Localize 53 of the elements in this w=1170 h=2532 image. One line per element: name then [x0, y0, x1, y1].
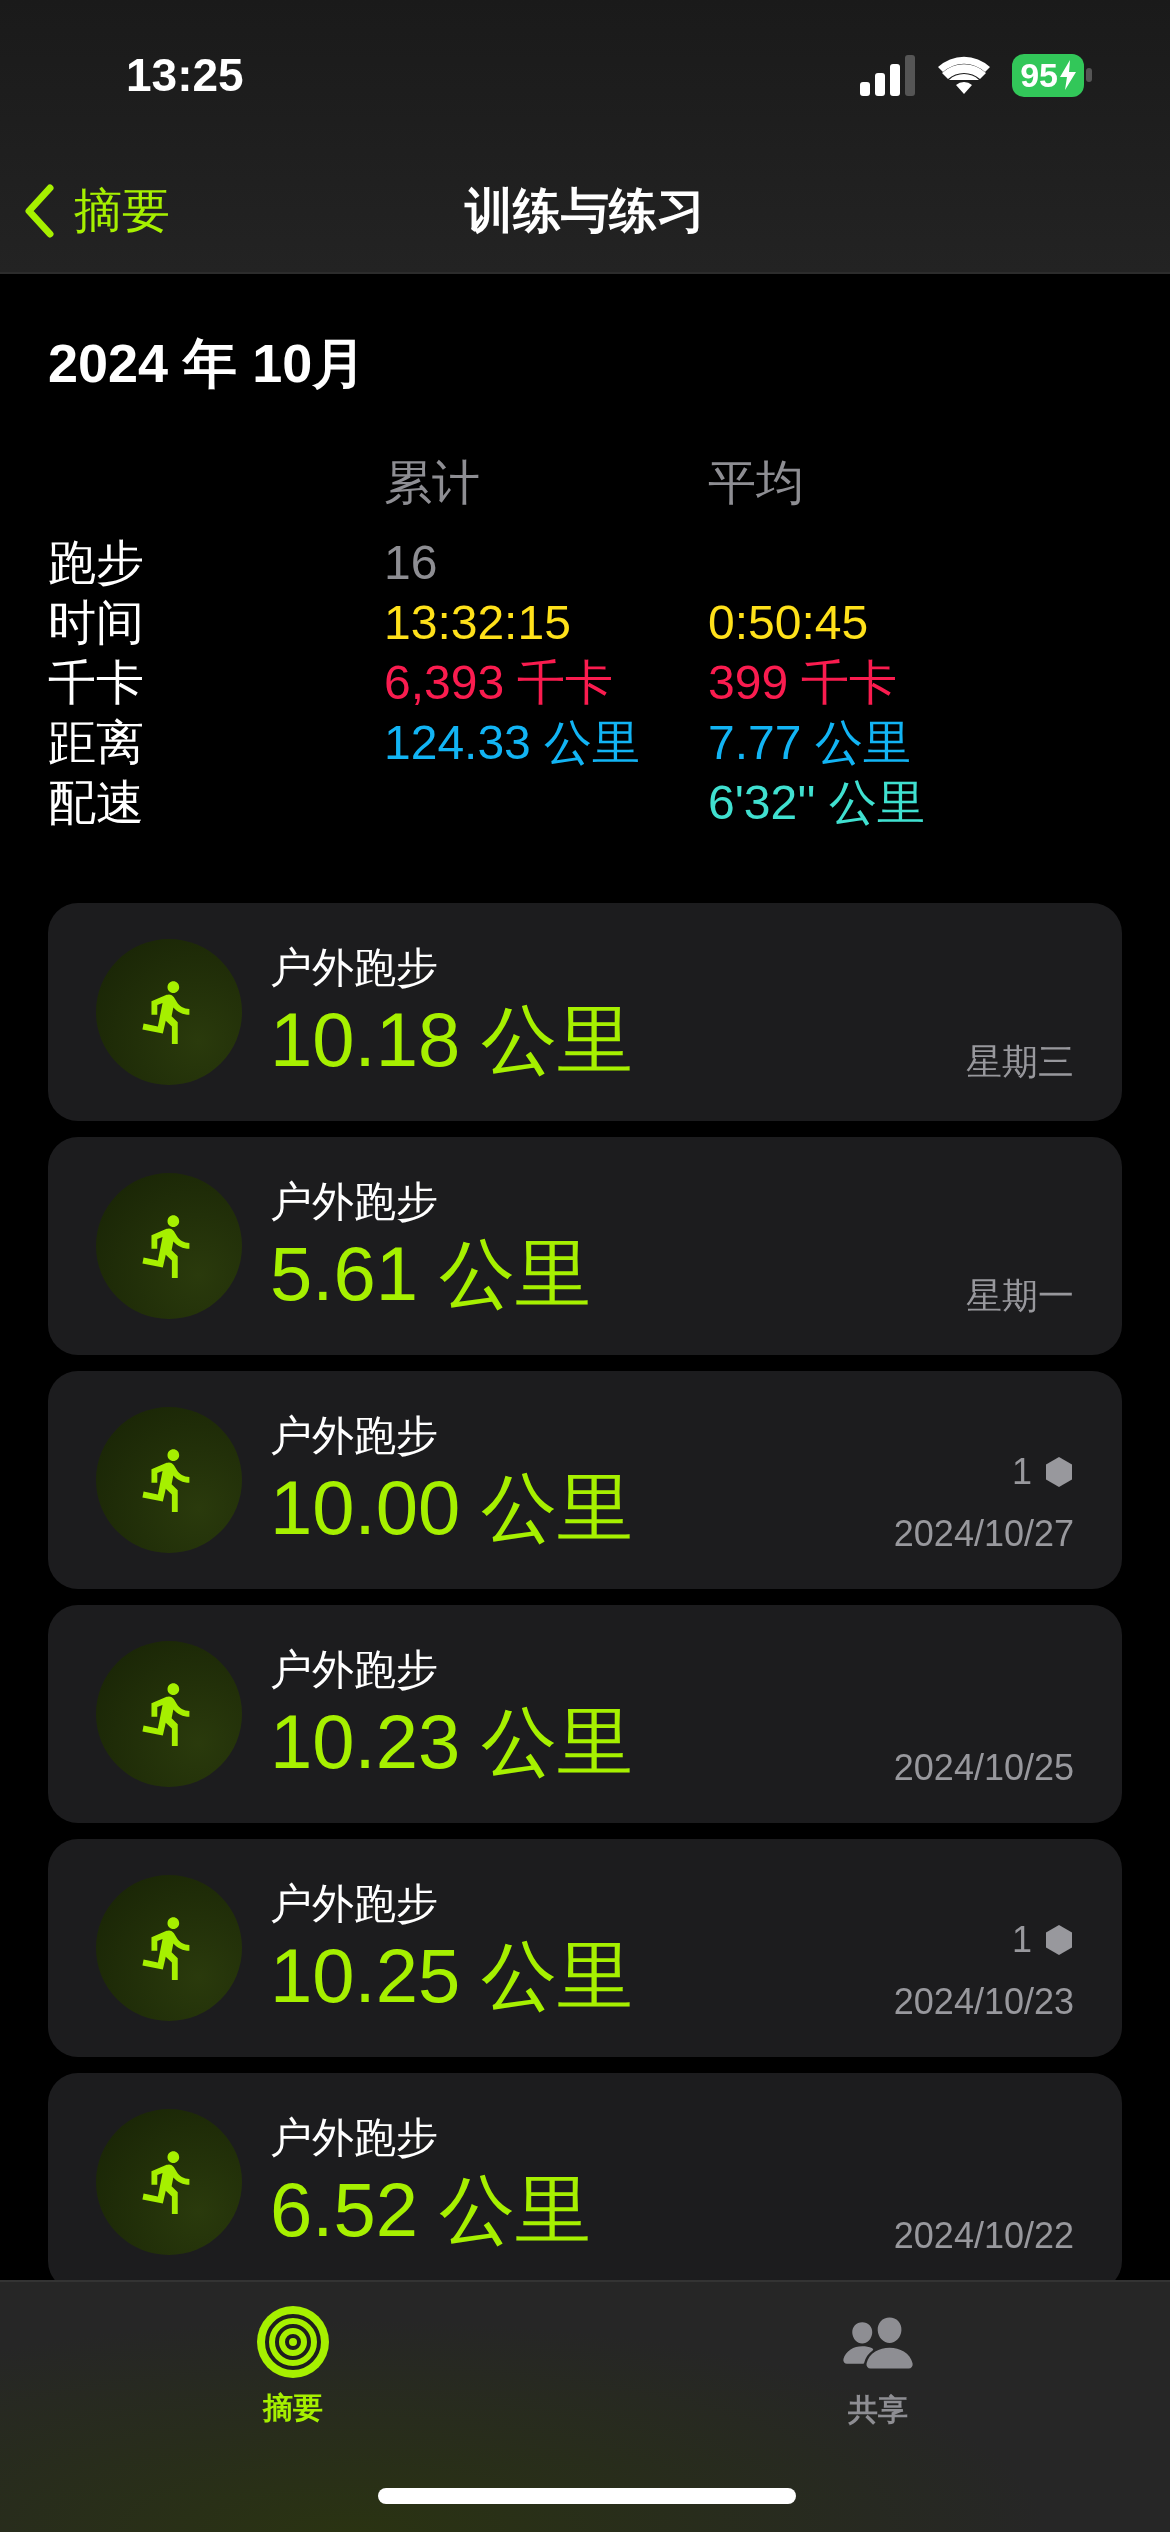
award-count: 1	[1011, 1451, 1032, 1493]
column-header: 累计	[384, 455, 481, 511]
stat-total: 124.33 公里	[384, 715, 642, 771]
workout-card[interactable]: 户外跑步 5.61 公里 星期一	[48, 1137, 1122, 1355]
workout-title: 户外跑步	[270, 2113, 439, 2163]
tab-item[interactable]: 摘要	[0, 2282, 585, 2432]
hexagon-badge-icon	[1044, 1456, 1074, 1488]
stat-average: 399 千卡	[708, 655, 899, 711]
month-heading: 2024 年 10月	[48, 332, 368, 395]
page-title: 训练与练习	[465, 183, 705, 239]
stat-label: 千卡	[48, 655, 145, 711]
status-time: 13:25	[126, 48, 244, 102]
back-button[interactable]: 摘要	[24, 179, 465, 243]
workout-date: 2024/10/23	[893, 1981, 1074, 2023]
workout-title: 户外跑步	[270, 1411, 439, 1461]
workout-card[interactable]: 户外跑步 6.52 公里 2024/10/22	[48, 2073, 1122, 2280]
workout-title: 户外跑步	[270, 1645, 439, 1695]
workout-distance: 10.00 公里	[270, 1464, 635, 1552]
stat-total: 13:32:15	[384, 595, 572, 651]
hexagon-badge-icon	[1044, 1924, 1074, 1956]
workout-date: 星期一	[966, 1274, 1074, 1318]
tab-item[interactable]: 共享	[585, 2282, 1170, 2432]
workout-distance: 6.52 公里	[270, 2166, 593, 2254]
back-chevron-icon	[24, 184, 54, 238]
stat-label: 距离	[48, 715, 145, 771]
wifi-icon	[938, 56, 991, 94]
workout-date: 星期三	[966, 1040, 1074, 1084]
workout-card[interactable]: 户外跑步 10.25 公里 1 2024/10/23	[48, 1839, 1122, 2057]
workout-date: 2024/10/27	[893, 1513, 1074, 1555]
workout-title: 户外跑步	[270, 943, 439, 993]
stat-total: 6,393 千卡	[384, 655, 615, 711]
workout-card[interactable]: 户外跑步 10.23 公里 2024/10/25	[48, 1605, 1122, 1823]
workout-card[interactable]: 户外跑步 10.00 公里 1 2024/10/27	[48, 1371, 1122, 1589]
workout-distance: 10.23 公里	[270, 1698, 635, 1786]
workout-distance: 10.18 公里	[270, 996, 635, 1084]
workout-distance: 5.61 公里	[270, 1230, 593, 1318]
award-count: 1	[1011, 1919, 1032, 1961]
stat-label: 时间	[48, 595, 145, 651]
stat-average: 6'32'' 公里	[708, 775, 926, 831]
workout-date: 2024/10/25	[893, 1747, 1074, 1789]
signal-icon	[860, 54, 917, 96]
workout-title: 户外跑步	[270, 1879, 439, 1929]
workout-title: 户外跑步	[270, 1177, 439, 1227]
stat-total: 16	[384, 535, 439, 591]
activity-rings-icon	[256, 2306, 329, 2378]
stat-average: 7.77 公里	[708, 715, 912, 771]
workout-distance: 10.25 公里	[270, 1932, 635, 2020]
column-header: 平均	[708, 455, 805, 511]
stat-average: 0:50:45	[708, 595, 870, 651]
workout-date: 2024/10/22	[893, 2215, 1074, 2257]
workout-card[interactable]: 户外跑步 10.18 公里 星期三	[48, 903, 1122, 1121]
stat-label: 配速	[48, 775, 145, 831]
stat-label: 跑步	[48, 535, 145, 591]
